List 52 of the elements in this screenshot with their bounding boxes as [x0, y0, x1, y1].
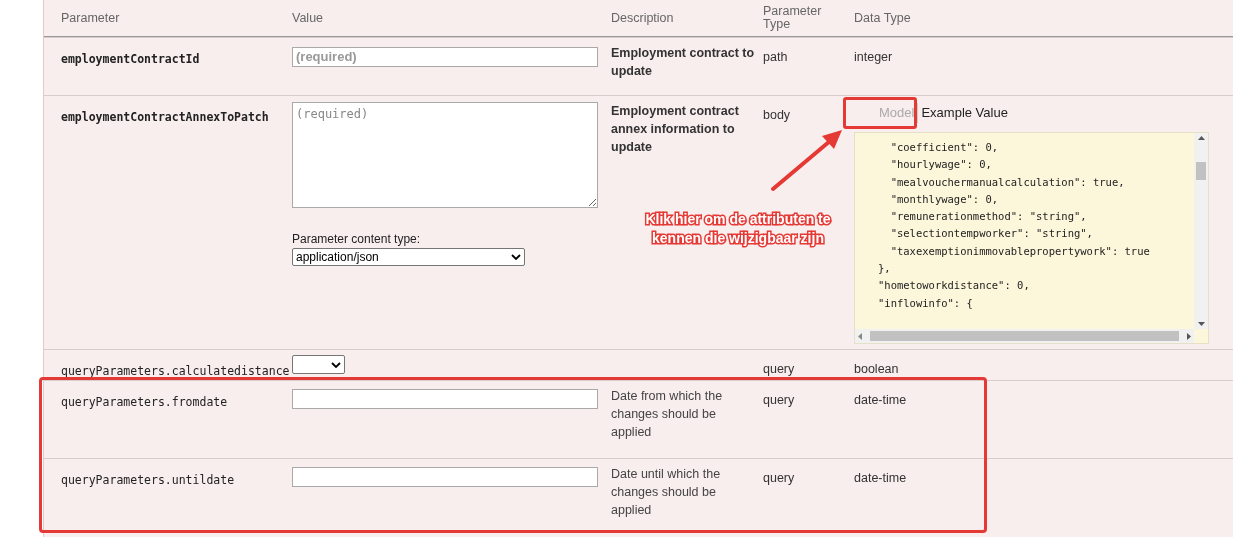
code-line: "coefficient": 0, [889, 140, 1000, 155]
content-type-label: Parameter content type: [292, 231, 422, 248]
code-line: "hometoworkdistance": 0, [878, 278, 1031, 294]
scrollbar-thumb[interactable] [1196, 162, 1206, 180]
data-type: integer [854, 50, 893, 64]
data-type: boolean [854, 362, 899, 376]
data-type: date-time [854, 471, 907, 485]
code-line: "monthlywage": 0, [889, 191, 1000, 207]
body-textarea[interactable]: (required) [292, 102, 598, 208]
value-select[interactable] [292, 355, 345, 374]
scroll-left-icon[interactable] [858, 332, 862, 340]
scrollbar-thumb[interactable] [870, 331, 1179, 341]
chevron-icon [331, 361, 341, 368]
parameter-name: employmentContractId [61, 52, 200, 66]
column-header: Parameter Type [763, 5, 823, 31]
value-field[interactable]: (required) [292, 46, 598, 67]
annotation-text: Klik hier om de attributen te kennen die wijzigbaar zijn [645, 210, 831, 248]
parameter-name: queryParameters.untildate [61, 473, 235, 487]
code-line: }, [878, 261, 892, 277]
code-line: "hourlywage": 0, [889, 157, 993, 173]
parameter-type: path [763, 50, 788, 64]
scroll-up-icon[interactable] [1197, 136, 1205, 140]
scroll-right-icon[interactable] [1187, 332, 1191, 340]
horizontal-scrollbar[interactable] [855, 329, 1194, 343]
content-type-select[interactable]: application/json [292, 248, 525, 266]
vertical-scrollbar[interactable] [1194, 133, 1208, 329]
column-header: Data Type [854, 11, 912, 25]
column-header: Value [292, 11, 325, 25]
code-line: "inflowinfo": { [878, 295, 974, 311]
code-line: "mealvouchermanualcalculation": true, [889, 174, 1126, 190]
parameter-type: body [763, 108, 791, 122]
parameter-name: queryParameters.calculatedistance [61, 364, 290, 378]
parameter-name: queryParameters.fromdate [61, 395, 228, 409]
parameter-name: employmentContractAnnexToPatch [61, 110, 269, 124]
parameter-description: Employment contract annex information to update [611, 103, 740, 156]
parameter-description: Employment contract to update [611, 45, 756, 80]
chevron-icon [511, 254, 521, 260]
model-tab[interactable]: Example Value [918, 103, 1011, 123]
parameter-description: Date from which the changes should be applied [611, 388, 724, 441]
parameter-type: query [763, 362, 795, 376]
column-header: Parameter [61, 11, 121, 25]
column-header: Description [611, 11, 675, 25]
scroll-down-icon[interactable] [1197, 322, 1205, 326]
parameter-type: query [763, 471, 795, 485]
code-line: "remunerationmethod": "string", [889, 209, 1088, 225]
code-line: "selectiontempworker": "string", [889, 226, 1094, 242]
code-line: "taxexemptionimmovablepropertywork": true [889, 243, 1151, 259]
value-field[interactable] [292, 389, 598, 409]
value-field[interactable] [292, 467, 598, 487]
data-type: date-time [854, 393, 907, 407]
parameter-type: query [763, 393, 795, 407]
parameter-description: Date until which the changes should be applied [611, 466, 722, 519]
